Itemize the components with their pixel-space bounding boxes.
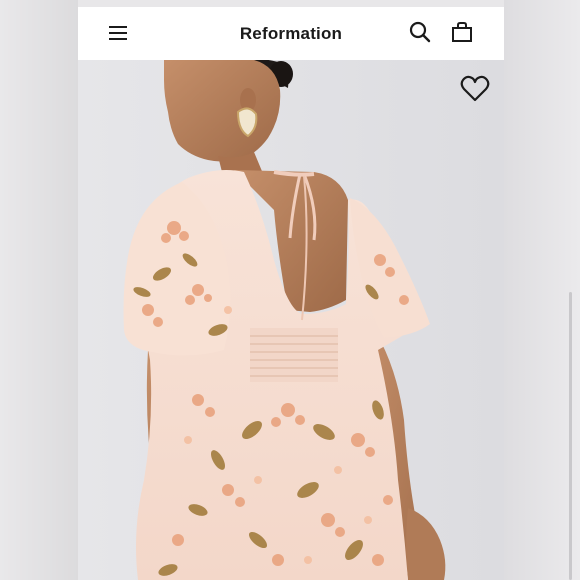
product-image [78,60,504,580]
heart-icon[interactable] [460,75,490,103]
app-screen: Reformation [78,7,504,580]
left-backdrop [0,0,78,580]
brand-logo[interactable]: Reformation [240,24,342,44]
search-icon[interactable] [408,20,432,44]
scrollbar[interactable] [569,292,572,580]
menu-icon[interactable] [108,23,128,43]
shopping-bag-icon[interactable] [450,20,474,44]
app-header: Reformation [78,7,504,60]
top-border [0,0,580,7]
